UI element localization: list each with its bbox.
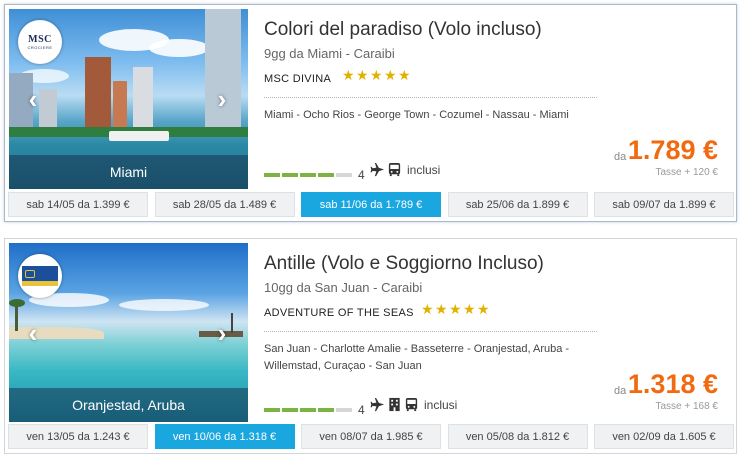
departure-date-button[interactable]: sab 28/05 da 1.489 € — [154, 192, 295, 217]
ship-shape — [109, 131, 169, 141]
rating-bar — [282, 408, 298, 412]
price-prefix: da — [614, 385, 627, 397]
star-rating: ★ ★ ★ ★ ★ — [342, 67, 411, 83]
itinerary-text: San Juan - Charlotte Amalie - Basseterre… — [264, 343, 570, 372]
rating-bar — [264, 408, 280, 412]
ship-name: MSC DIVINA — [264, 73, 332, 85]
logo-text: MSC — [28, 34, 52, 45]
includes-label: inclusi — [407, 162, 441, 177]
itinerary-text: Miami - Ocho Rios - George Town - Cozume… — [264, 109, 569, 121]
departure-dates: ven 13/05 da 1.243 € ven 10/06 da 1.318 … — [8, 424, 734, 449]
chevron-right-icon[interactable]: › — [212, 86, 232, 112]
hotel-icon — [389, 397, 400, 412]
star-icon: ★ — [384, 67, 397, 83]
cruise-subtitle: 9gg da Miami - Caraibi — [264, 46, 395, 61]
tower-shape — [85, 57, 111, 129]
star-rating: ★ ★ ★ ★ ★ — [421, 301, 490, 317]
cruise-title[interactable]: Antille (Volo e Soggiorno Incluso) — [264, 253, 544, 275]
bus-icon — [405, 397, 418, 412]
plane-icon — [370, 162, 385, 177]
price-prefix: da — [614, 151, 627, 163]
rating-bar — [318, 173, 334, 177]
rating-bar — [264, 173, 280, 177]
cruise-subtitle: 10gg da San Juan - Caraibi — [264, 280, 423, 295]
includes-label: inclusi — [424, 397, 458, 412]
rating-bar — [300, 408, 316, 412]
price: 1.789 € — [627, 135, 718, 165]
departure-date-button[interactable]: ven 08/07 da 1.985 € — [301, 424, 441, 449]
rating-bar — [336, 408, 352, 412]
quality-rating: 4 — [264, 403, 365, 417]
chevron-right-icon[interactable]: › — [212, 320, 232, 346]
rating-value: 4 — [358, 403, 365, 417]
bus-icon — [388, 162, 401, 177]
tower-shape — [113, 81, 127, 129]
departure-date-button[interactable]: sab 09/07 da 1.899 € — [594, 192, 734, 217]
departure-date-button[interactable]: sab 25/06 da 1.899 € — [447, 192, 588, 217]
star-icon: ★ — [342, 67, 355, 83]
star-icon: ★ — [449, 301, 462, 317]
cloud-shape — [119, 299, 209, 311]
royal-caribbean-logo — [18, 254, 62, 298]
crown-icon — [25, 270, 35, 278]
departure-date-button[interactable]: ven 10/06 da 1.318 € — [154, 424, 295, 449]
msc-cruises-logo: MSC CROCIERE — [18, 20, 62, 64]
rating-bar — [300, 173, 316, 177]
departure-date-button[interactable]: ven 02/09 da 1.605 € — [594, 424, 734, 449]
logo-mark — [22, 266, 58, 286]
departure-date-button[interactable]: sab 14/05 da 1.399 € — [8, 192, 148, 217]
cruise-photo[interactable]: MSC CROCIERE ‹ › Miami — [9, 9, 248, 189]
included-services: inclusi — [370, 397, 457, 412]
star-icon: ★ — [477, 301, 490, 317]
star-icon: ★ — [421, 301, 434, 317]
price: 1.318 € — [627, 369, 718, 399]
tower-shape — [133, 67, 153, 129]
quality-rating: 4 — [264, 168, 365, 182]
divider — [264, 97, 597, 98]
cruise-card[interactable]: ‹ › Oranjestad, Aruba Antille (Volo e So… — [4, 238, 737, 454]
cruise-title[interactable]: Colori del paradiso (Volo incluso) — [264, 19, 542, 41]
cruise-card[interactable]: MSC CROCIERE ‹ › Miami Colori del paradi… — [4, 4, 737, 222]
star-icon: ★ — [398, 67, 411, 83]
logo-subtext: CROCIERE — [27, 45, 53, 50]
departure-date-button[interactable]: ven 05/08 da 1.812 € — [447, 424, 588, 449]
rating-bar — [318, 408, 334, 412]
star-icon: ★ — [463, 301, 476, 317]
photo-caption: Oranjestad, Aruba — [9, 388, 248, 422]
divider — [264, 331, 597, 332]
plane-icon — [370, 397, 385, 412]
rating-value: 4 — [358, 168, 365, 182]
ship-name: ADVENTURE OF THE SEAS — [264, 307, 414, 319]
palm-shape — [9, 299, 25, 307]
rating-bar — [336, 173, 352, 177]
taxes-note: Tasse + 168 € — [655, 401, 718, 412]
chevron-left-icon[interactable]: ‹ — [23, 86, 43, 112]
departure-dates: sab 14/05 da 1.399 € sab 28/05 da 1.489 … — [8, 192, 734, 217]
included-services: inclusi — [370, 162, 440, 177]
chevron-left-icon[interactable]: ‹ — [23, 320, 43, 346]
star-icon: ★ — [356, 67, 369, 83]
star-icon: ★ — [370, 67, 383, 83]
taxes-note: Tasse + 120 € — [655, 167, 718, 178]
photo-caption: Miami — [9, 155, 248, 189]
cloud-shape — [149, 39, 209, 57]
palm-shape — [15, 303, 18, 331]
cruise-photo[interactable]: ‹ › Oranjestad, Aruba — [9, 243, 248, 422]
rating-bar — [282, 173, 298, 177]
departure-date-button[interactable]: ven 13/05 da 1.243 € — [8, 424, 148, 449]
departure-date-button[interactable]: sab 11/06 da 1.789 € — [301, 192, 441, 217]
star-icon: ★ — [435, 301, 448, 317]
